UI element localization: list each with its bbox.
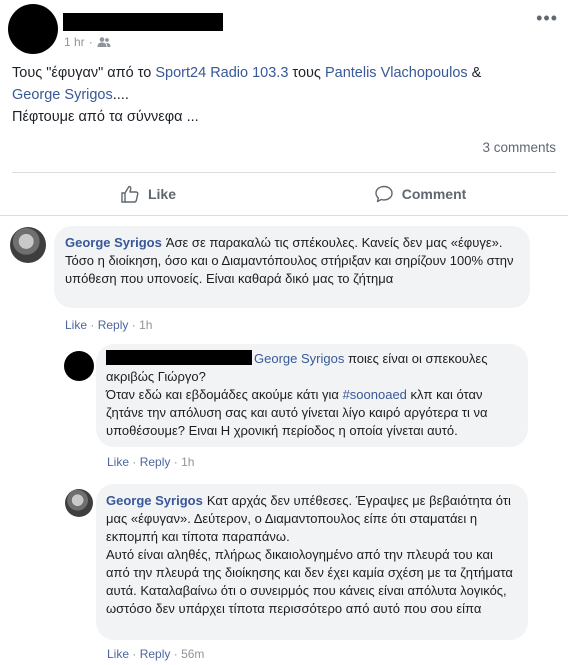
commenter-avatar-redacted[interactable] (64, 351, 94, 381)
profile-link-syrigos[interactable]: George Syrigos (12, 87, 113, 103)
reply-text: George Syrigos ποιες είναι οι σπεκουλες … (106, 350, 488, 438)
thumbs-up-icon (121, 185, 139, 203)
comment-text: George Syrigos Άσε σε παρακαλώ τις σπέκου… (65, 235, 514, 286)
reply-reply-link[interactable]: Reply (140, 455, 171, 469)
comment-bubble: George Syrigos Άσε σε παρακαλώ τις σπέκου… (54, 226, 530, 308)
post-text: Τους "έφυγαν" από το Sport24 Radio 103.3… (12, 62, 552, 128)
reply-time[interactable]: 1h (181, 455, 194, 469)
comment-author-link[interactable]: George Syrigos (65, 235, 162, 250)
reply-text: George Syrigos Κατ αρχάς δεν υπέθεσες. Έγ… (106, 493, 513, 616)
poster-name-redacted (63, 13, 223, 31)
post-meta: 1 hr · (64, 35, 111, 49)
reply-actions: Like · Reply · 1h (107, 455, 195, 469)
reply-like-link[interactable]: Like (107, 647, 129, 661)
post-time[interactable]: 1 hr (64, 35, 85, 49)
post-header: 1 hr · ••• (0, 0, 568, 56)
reply-time[interactable]: 56m (181, 647, 204, 661)
speech-bubble-icon (375, 185, 393, 203)
divider (0, 215, 568, 216)
mention-link-syrigos[interactable]: George Syrigos (254, 351, 344, 366)
comment-like-link[interactable]: Like (65, 318, 87, 332)
comment-reply-link[interactable]: Reply (98, 318, 129, 332)
post-line-2: George Syrigos.... (12, 87, 129, 103)
post-line-1: Τους "έφυγαν" από το Sport24 Radio 103.3… (12, 65, 482, 81)
comment-label: Comment (401, 186, 467, 202)
post-line-3: Πέφτουμε από τα σύννεφα ... (12, 109, 199, 125)
comment-time[interactable]: 1h (139, 318, 152, 332)
friends-audience-icon[interactable] (97, 36, 111, 48)
comment-button[interactable]: Comment (284, 174, 556, 214)
reply-reply-link[interactable]: Reply (140, 647, 171, 661)
like-label: Like (147, 186, 176, 202)
post-actions: Like Comment (12, 174, 556, 214)
divider (12, 172, 556, 173)
reply-like-link[interactable]: Like (107, 455, 129, 469)
separator-dot: · (88, 35, 93, 49)
page-link-sport24[interactable]: Sport24 Radio 103.3 (155, 65, 288, 81)
reply-author-link[interactable]: George Syrigos (106, 493, 203, 508)
comments-count[interactable]: 3 comments (482, 140, 556, 155)
reply-bubble: George Syrigos ποιες είναι οι σπεκουλες … (96, 344, 528, 447)
hashtag-link[interactable]: #soonoaed (343, 387, 407, 402)
commenter-avatar-syrigos[interactable] (65, 489, 93, 517)
profile-link-vlachopoulos[interactable]: Pantelis Vlachopoulos (325, 65, 468, 81)
like-button[interactable]: Like (12, 174, 284, 214)
comment-actions: Like · Reply · 1h (65, 318, 153, 332)
reply-actions: Like · Reply · 56m (107, 647, 205, 661)
poster-avatar[interactable] (8, 4, 58, 54)
commenter-avatar-syrigos[interactable] (10, 227, 46, 263)
reply-bubble: George Syrigos Κατ αρχάς δεν υπέθεσες. Έγ… (96, 484, 528, 640)
reply-author-redacted (106, 350, 252, 365)
more-options-icon[interactable]: ••• (536, 8, 558, 29)
